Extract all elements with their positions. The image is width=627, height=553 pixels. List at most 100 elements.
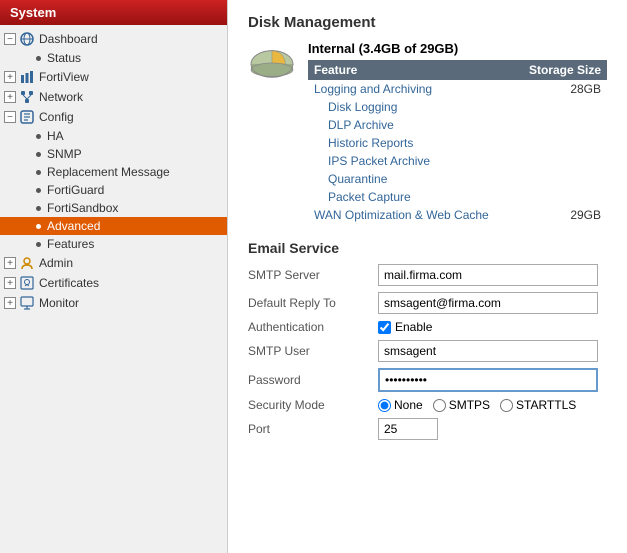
sidebar-item-label: Monitor (39, 296, 79, 310)
expand-icon[interactable]: + (4, 71, 16, 83)
port-input[interactable] (378, 418, 438, 440)
default-reply-input[interactable] (378, 292, 598, 314)
col-storage: Storage Size (514, 60, 607, 80)
table-row: IPS Packet Archive (308, 152, 607, 170)
password-label: Password (248, 373, 378, 387)
password-row: Password (248, 368, 607, 392)
password-control[interactable] (378, 368, 598, 392)
feature-cell: IPS Packet Archive (308, 152, 514, 170)
feature-cell: Packet Capture (308, 188, 514, 206)
feature-cell: Quarantine (308, 170, 514, 188)
smtp-user-control[interactable] (378, 340, 598, 362)
security-starttls-radio[interactable] (500, 399, 513, 412)
table-row: Historic Reports (308, 134, 607, 152)
table-row: DLP Archive (308, 116, 607, 134)
table-row: Logging and Archiving28GB (308, 80, 607, 98)
storage-cell: 28GB (514, 80, 607, 98)
col-feature: Feature (308, 60, 514, 80)
sidebar-item-fortiguard[interactable]: FortiGuard (0, 181, 227, 199)
auth-checkbox[interactable] (378, 321, 391, 334)
storage-cell: 29GB (514, 206, 607, 224)
sidebar-item-dashboard[interactable]: − Dashboard (0, 29, 227, 49)
storage-cell (514, 116, 607, 134)
auth-label: Authentication (248, 320, 378, 334)
sidebar-item-label: FortiGuard (47, 183, 104, 197)
cert-icon (19, 275, 35, 291)
email-service-title: Email Service (248, 240, 607, 256)
network-icon (19, 89, 35, 105)
sidebar-item-features[interactable]: Features (0, 235, 227, 253)
security-none-option[interactable]: None (378, 398, 423, 412)
port-label: Port (248, 422, 378, 436)
default-reply-control[interactable] (378, 292, 598, 314)
sidebar-item-label: Admin (39, 256, 73, 270)
default-reply-row: Default Reply To (248, 292, 607, 314)
sidebar-item-config[interactable]: − Config (0, 107, 227, 127)
sidebar-item-label: Dashboard (39, 32, 98, 46)
sidebar-item-ha[interactable]: HA (0, 127, 227, 145)
smtp-server-control[interactable] (378, 264, 598, 286)
security-starttls-option[interactable]: STARTTLS (500, 398, 576, 412)
disk-table: Feature Storage Size Logging and Archivi… (308, 60, 607, 224)
default-reply-label: Default Reply To (248, 296, 378, 310)
expand-icon[interactable]: + (4, 277, 16, 289)
security-mode-control: None SMTPS STARTTLS (378, 398, 576, 412)
dot-icon (36, 242, 41, 247)
sidebar-item-status[interactable]: Status (0, 49, 227, 67)
sidebar-item-label: FortiSandbox (47, 201, 118, 215)
expand-icon[interactable]: − (4, 33, 16, 45)
config-icon (19, 109, 35, 125)
sidebar-item-fortisandbox[interactable]: FortiSandbox (0, 199, 227, 217)
dot-icon (36, 56, 41, 61)
sidebar-tree: − Dashboard Status + FortiView + Network (0, 25, 227, 317)
storage-cell (514, 134, 607, 152)
sidebar-item-certificates[interactable]: + Certificates (0, 273, 227, 293)
sidebar-item-replacement-message[interactable]: Replacement Message (0, 163, 227, 181)
security-none-label: None (394, 398, 423, 412)
auth-control[interactable]: Enable (378, 320, 432, 334)
table-row: Disk Logging (308, 98, 607, 116)
main-content: Disk Management Internal (3.4GB of 29GB) (228, 0, 627, 553)
storage-cell (514, 170, 607, 188)
dot-icon (36, 152, 41, 157)
smtp-user-input[interactable] (378, 340, 598, 362)
security-none-radio[interactable] (378, 399, 391, 412)
sidebar-item-snmp[interactable]: SNMP (0, 145, 227, 163)
expand-icon[interactable]: − (4, 111, 16, 123)
sidebar-item-admin[interactable]: + Admin (0, 253, 227, 273)
sidebar-item-network[interactable]: + Network (0, 87, 227, 107)
sidebar-item-fortiview[interactable]: + FortiView (0, 67, 227, 87)
storage-cell (514, 152, 607, 170)
barchart-icon (19, 69, 35, 85)
security-smtps-radio[interactable] (433, 399, 446, 412)
sidebar-item-label: HA (47, 129, 64, 143)
smtp-server-input[interactable] (378, 264, 598, 286)
disk-details: Internal (3.4GB of 29GB) Feature Storage… (308, 41, 607, 224)
storage-cell (514, 98, 607, 116)
disk-info: Internal (3.4GB of 29GB) Feature Storage… (248, 41, 607, 224)
disk-pie-icon (248, 43, 296, 83)
table-row: WAN Optimization & Web Cache29GB (308, 206, 607, 224)
sidebar-item-label: Replacement Message (47, 165, 170, 179)
feature-cell: WAN Optimization & Web Cache (308, 206, 514, 224)
port-control[interactable] (378, 418, 438, 440)
dot-icon (36, 206, 41, 211)
sidebar-item-label: Features (47, 237, 94, 251)
sidebar-item-label: SNMP (47, 147, 82, 161)
table-row: Quarantine (308, 170, 607, 188)
security-smtps-label: SMTPS (449, 398, 490, 412)
storage-cell (514, 188, 607, 206)
expand-icon[interactable]: + (4, 91, 16, 103)
expand-icon[interactable]: + (4, 257, 16, 269)
security-smtps-option[interactable]: SMTPS (433, 398, 490, 412)
feature-cell: Logging and Archiving (308, 80, 514, 98)
disk-management-title: Disk Management (248, 14, 607, 31)
smtp-user-row: SMTP User (248, 340, 607, 362)
sidebar-item-monitor[interactable]: + Monitor (0, 293, 227, 313)
sidebar-item-advanced[interactable]: Advanced (0, 217, 227, 235)
monitor-icon (19, 295, 35, 311)
security-starttls-label: STARTTLS (516, 398, 576, 412)
password-input[interactable] (378, 368, 598, 392)
feature-cell: DLP Archive (308, 116, 514, 134)
expand-icon[interactable]: + (4, 297, 16, 309)
